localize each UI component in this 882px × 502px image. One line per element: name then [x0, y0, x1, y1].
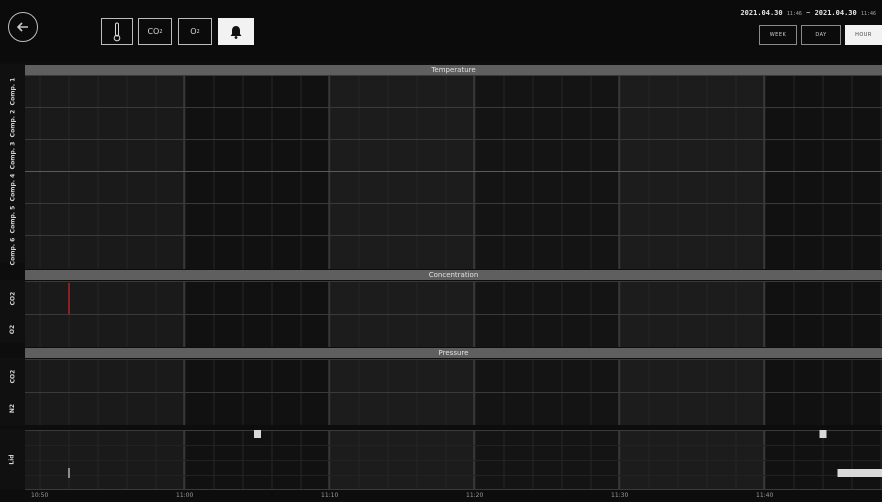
event-markers: [68, 283, 882, 478]
x-tick-label: 11:40: [756, 492, 774, 499]
lid-open-marker: [819, 430, 827, 438]
lid-open-marker: [254, 430, 261, 438]
x-tick-label: 11:30: [611, 492, 629, 499]
x-tick-label: 11:20: [466, 492, 484, 499]
x-tick-label: 10:50: [31, 492, 49, 499]
lid-state-bar: [837, 469, 882, 477]
x-tick-label: 11:00: [176, 492, 194, 499]
x-tick-label: 11:10: [321, 492, 339, 499]
